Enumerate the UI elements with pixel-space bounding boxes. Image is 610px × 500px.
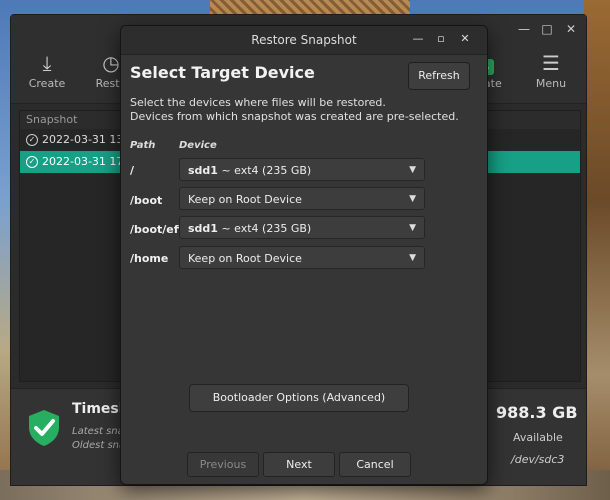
dialog-titlebar[interactable]: Restore Snapshot — ▫ ✕ [121, 26, 487, 55]
disk-size: 988.3 GB [496, 403, 578, 422]
path-column-header: Path [130, 140, 156, 151]
device-column-header: Device [179, 140, 217, 151]
instructions-line-2: Devices from which snapshot was created … [130, 110, 459, 123]
disk-device: /dev/sdc3 [511, 453, 565, 466]
background-wallpaper-edge [584, 0, 610, 500]
check-icon: ✓ [26, 156, 38, 168]
instructions: Select the devices where files will be r… [130, 96, 459, 124]
hamburger-icon: ☰ [542, 51, 560, 75]
mount-path-boot: /boot [130, 194, 163, 207]
mount-path-boot-efi: /boot/efi [130, 223, 182, 236]
refresh-button[interactable]: Refresh [408, 62, 470, 90]
status-oldest: Oldest sna [72, 440, 126, 451]
device-name: sdd1 [188, 222, 218, 235]
menu-label: Menu [535, 77, 567, 90]
dialog-title: Restore Snapshot [251, 33, 357, 47]
dropdown-arrow-icon: ▼ [409, 253, 416, 263]
instructions-line-1: Select the devices where files will be r… [130, 96, 386, 109]
dropdown-arrow-icon: ▼ [409, 165, 416, 175]
disk-available-label: Available [513, 431, 563, 444]
minimize-icon[interactable]: — [411, 32, 425, 46]
device-detail: Keep on Root Device [188, 193, 302, 206]
device-detail: ~ ext4 (235 GB) [217, 222, 312, 235]
device-detail: ~ ext4 (235 GB) [217, 164, 312, 177]
device-select-boot[interactable]: Keep on Root Device ▼ [179, 187, 425, 210]
device-name: sdd1 [188, 164, 218, 177]
mount-path-root: / [130, 164, 135, 177]
bootloader-options-button[interactable]: Bootloader Options (Advanced) [189, 384, 409, 412]
maximize-icon[interactable]: ▫ [434, 32, 448, 46]
device-select-boot-efi[interactable]: sdd1 ~ ext4 (235 GB) ▼ [179, 216, 425, 239]
dropdown-arrow-icon: ▼ [409, 223, 416, 233]
device-select-root[interactable]: sdd1 ~ ext4 (235 GB) ▼ [179, 158, 425, 181]
device-detail: Keep on Root Device [188, 252, 302, 265]
restore-snapshot-dialog: Restore Snapshot — ▫ ✕ Select Target Dev… [120, 25, 488, 485]
mount-path-home: /home [130, 252, 169, 265]
check-icon: ✓ [26, 134, 38, 146]
close-icon[interactable]: ✕ [458, 32, 472, 46]
create-button[interactable]: ⤓ Create [17, 51, 77, 90]
menu-button[interactable]: ☰ Menu [521, 51, 581, 90]
create-label: Create [28, 77, 66, 90]
shield-icon [27, 409, 61, 447]
maximize-icon[interactable]: □ [539, 21, 555, 37]
close-icon[interactable]: ✕ [563, 21, 579, 37]
next-button[interactable]: Next [263, 452, 335, 477]
page-title: Select Target Device [130, 63, 315, 82]
previous-button[interactable]: Previous [187, 452, 259, 477]
dropdown-arrow-icon: ▼ [409, 194, 416, 204]
cancel-button[interactable]: Cancel [339, 452, 411, 477]
device-select-home[interactable]: Keep on Root Device ▼ [179, 246, 425, 269]
download-icon: ⤓ [42, 51, 52, 75]
minimize-icon[interactable]: — [516, 21, 532, 37]
